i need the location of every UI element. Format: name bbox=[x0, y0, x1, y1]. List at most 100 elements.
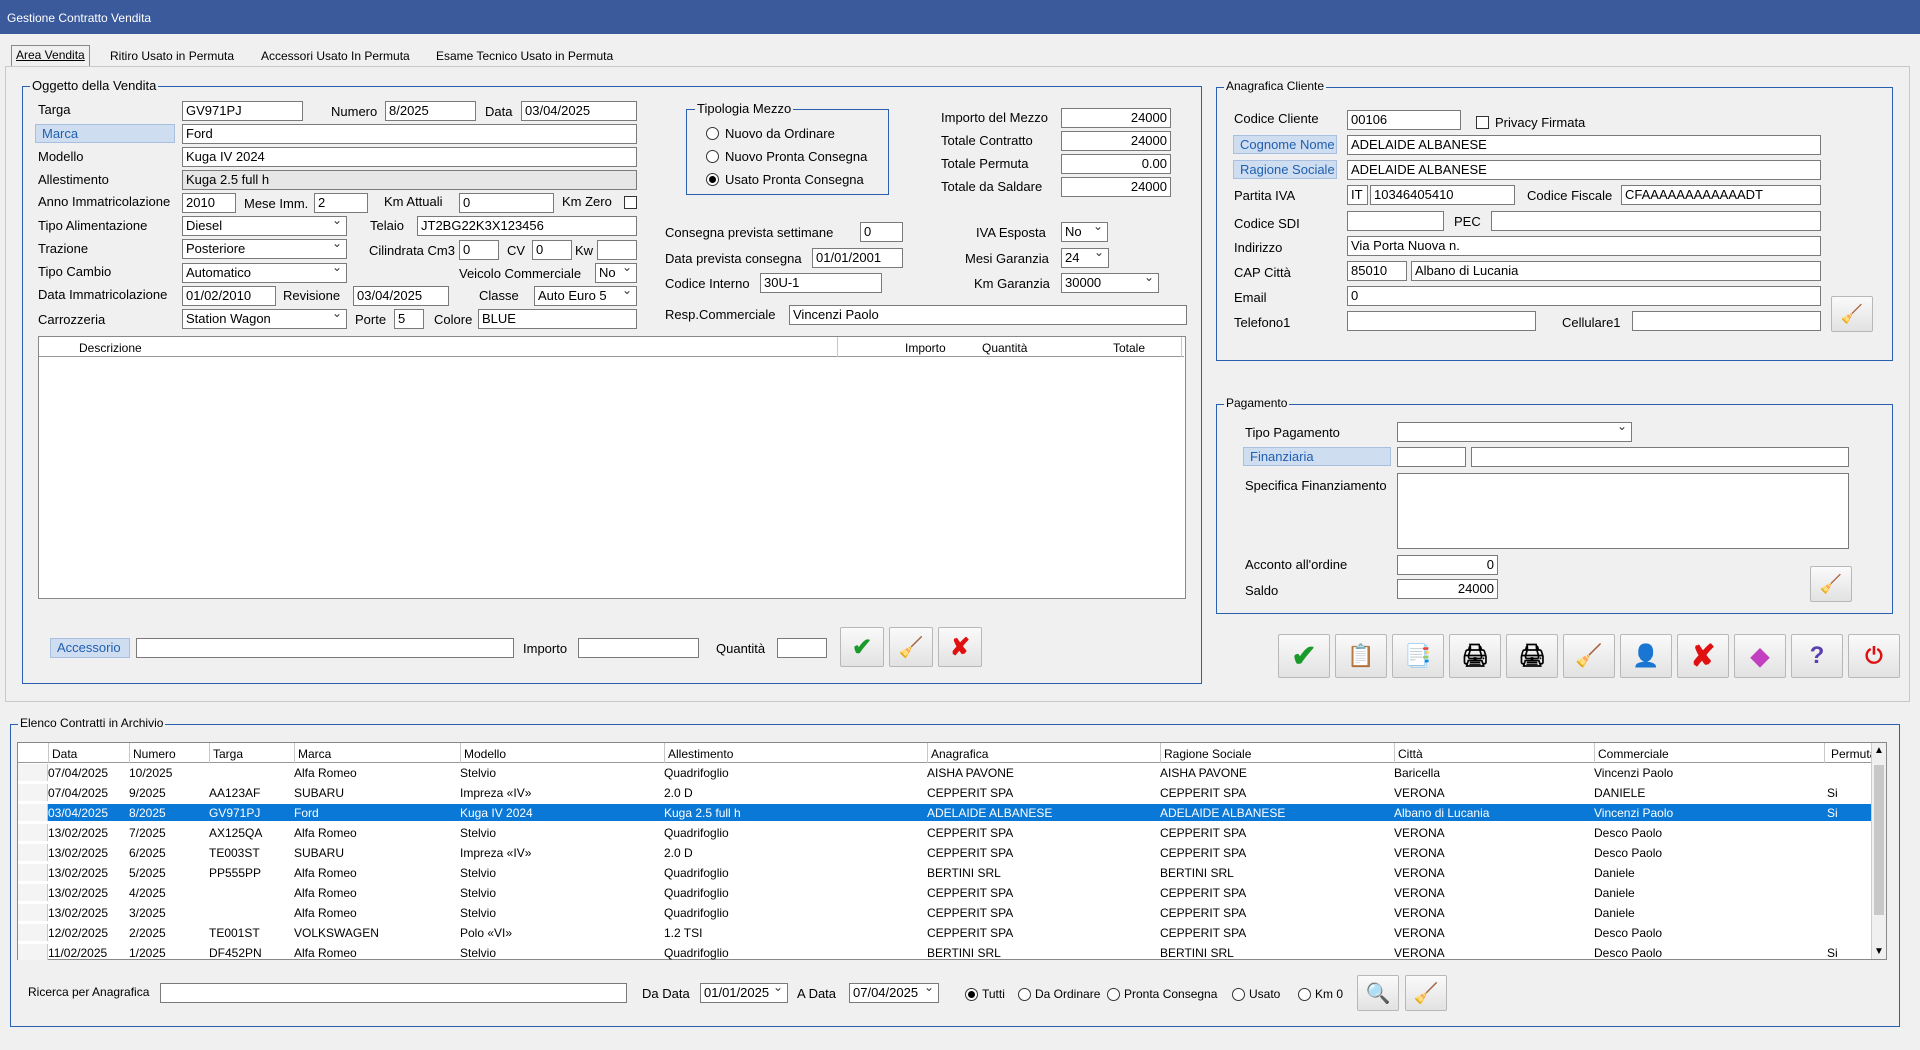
filter-radio-3[interactable] bbox=[1232, 988, 1245, 1001]
modello-field[interactable]: Kuga IV 2024 bbox=[182, 147, 637, 167]
cognome-lookup[interactable]: Cognome Nome bbox=[1233, 135, 1337, 154]
acc-clear-button[interactable]: 🧹 bbox=[889, 627, 933, 667]
acc-col-quantita[interactable]: Quantità bbox=[982, 341, 1027, 355]
finanziaria-lookup[interactable]: Finanziaria bbox=[1243, 447, 1391, 466]
person-button[interactable]: 👤 bbox=[1620, 634, 1672, 678]
col-header-10[interactable]: Permuta bbox=[1831, 747, 1876, 761]
tab-area-vendita[interactable]: Area Vendita bbox=[11, 45, 90, 67]
table-row[interactable]: 13/02/2025 3/2025 Alfa Romeo Stelvio Quadrif… bbox=[18, 904, 1876, 921]
sdi-field[interactable] bbox=[1347, 211, 1444, 231]
search-button[interactable]: 🔍 bbox=[1357, 975, 1399, 1011]
document-list-button[interactable]: 📋 bbox=[1335, 634, 1387, 678]
table-row[interactable]: 07/04/2025 9/2025 AA123AF SUBARU Impreza «IV… bbox=[18, 784, 1876, 801]
dataimm-field[interactable]: 01/02/2010 bbox=[182, 286, 276, 306]
accessorio-lookup[interactable]: Accessorio bbox=[50, 638, 130, 658]
row-indicator[interactable] bbox=[18, 904, 48, 921]
ragione-lookup[interactable]: Ragione Sociale bbox=[1233, 160, 1337, 179]
row-indicator[interactable] bbox=[18, 804, 48, 821]
scroll-up-icon[interactable]: ▲ bbox=[1874, 745, 1884, 756]
table-row[interactable]: 07/04/2025 10/2025 Alfa Romeo Stelvio Quadri… bbox=[18, 764, 1876, 781]
permuta-field[interactable]: 0.00 bbox=[1061, 154, 1171, 174]
row-indicator[interactable] bbox=[18, 824, 48, 841]
data-field[interactable]: 03/04/2025 bbox=[521, 101, 637, 121]
acconto-field[interactable]: 0 bbox=[1397, 555, 1498, 575]
piva-field[interactable]: 10346405410 bbox=[1370, 185, 1515, 205]
filter-radio-1[interactable] bbox=[1018, 988, 1031, 1001]
commerciale-select[interactable]: No bbox=[595, 263, 637, 283]
alimentazione-select[interactable]: Diesel bbox=[182, 216, 347, 236]
cilindrata-field[interactable]: 0 bbox=[459, 240, 499, 260]
table-row[interactable]: 13/02/2025 4/2025 Alfa Romeo Stelvio Quadrif… bbox=[18, 884, 1876, 901]
ricerca-field[interactable] bbox=[160, 983, 627, 1003]
acc-col-importo[interactable]: Importo bbox=[905, 341, 946, 355]
finanziaria-name-field[interactable] bbox=[1471, 447, 1849, 467]
table-row[interactable]: 03/04/2025 8/2025 GV971PJ Ford Kuga IV 2024 K… bbox=[18, 804, 1876, 821]
table-row[interactable]: 13/02/2025 7/2025 AX125QA Alfa Romeo Stelvio… bbox=[18, 824, 1876, 841]
col-header-8[interactable]: Città bbox=[1398, 747, 1423, 761]
col-header-4[interactable]: Modello bbox=[464, 747, 506, 761]
cap-field[interactable]: 85010 bbox=[1347, 261, 1407, 281]
tab-accessori-usato[interactable]: Accessori Usato In Permuta bbox=[257, 47, 414, 65]
targa-field[interactable]: GV971PJ bbox=[182, 101, 303, 121]
accessori-grid[interactable]: Descrizione Importo Quantità Totale bbox=[38, 336, 1186, 599]
km-field[interactable]: 0 bbox=[459, 193, 554, 213]
radio-nuovo-pronta[interactable] bbox=[706, 150, 719, 163]
cancel-button[interactable]: ✘ bbox=[1677, 634, 1729, 678]
cf-field[interactable]: CFAAAAAAAAAAAADT bbox=[1621, 185, 1821, 205]
kw-field[interactable] bbox=[597, 240, 637, 260]
indirizzo-field[interactable]: Via Porta Nuova n. bbox=[1347, 236, 1821, 256]
row-indicator[interactable] bbox=[18, 764, 48, 781]
porte-field[interactable]: 5 bbox=[394, 309, 424, 329]
kmgar-select[interactable]: 30000 bbox=[1061, 273, 1159, 293]
kmzero-checkbox[interactable] bbox=[624, 196, 637, 209]
colore-field[interactable]: BLUE bbox=[478, 309, 637, 329]
tab-esame-tecnico[interactable]: Esame Tecnico Usato in Permuta bbox=[432, 47, 617, 65]
col-header-1[interactable]: Numero bbox=[133, 747, 176, 761]
col-header-7[interactable]: Ragione Sociale bbox=[1164, 747, 1251, 761]
row-indicator[interactable] bbox=[18, 784, 48, 801]
document-copy-button[interactable]: 📑 bbox=[1392, 634, 1444, 678]
trazione-select[interactable]: Posteriore bbox=[182, 239, 347, 259]
col-header-3[interactable]: Marca bbox=[298, 747, 331, 761]
filter-radio-0[interactable] bbox=[965, 988, 978, 1001]
acc-quantita-field[interactable] bbox=[777, 638, 827, 658]
help-button[interactable]: ? bbox=[1791, 634, 1843, 678]
save-button[interactable]: ✔ bbox=[1278, 634, 1330, 678]
cognome-field[interactable]: ADELAIDE ALBANESE bbox=[1347, 135, 1821, 155]
acc-confirm-button[interactable]: ✔ bbox=[840, 627, 884, 667]
print-contract-2-button[interactable]: 🖨 bbox=[1506, 634, 1558, 678]
cv-field[interactable]: 0 bbox=[532, 240, 572, 260]
cell-field[interactable] bbox=[1632, 311, 1821, 331]
row-indicator[interactable] bbox=[18, 924, 48, 941]
data-consegna-field[interactable]: 01/01/2001 bbox=[812, 248, 903, 268]
tab-ritiro-usato[interactable]: Ritiro Usato in Permuta bbox=[106, 47, 238, 65]
col-header-0[interactable]: Data bbox=[52, 747, 77, 761]
col-header-6[interactable]: Anagrafica bbox=[931, 747, 988, 761]
carrozzeria-select[interactable]: Station Wagon bbox=[182, 309, 347, 329]
acc-delete-button[interactable]: ✘ bbox=[938, 627, 982, 667]
radio-usato-pronta[interactable] bbox=[706, 173, 719, 186]
cambio-select[interactable]: Automatico bbox=[182, 263, 347, 283]
table-row[interactable]: 13/02/2025 6/2025 TE003ST SUBARU Impreza «IV… bbox=[18, 844, 1876, 861]
acc-col-descrizione[interactable]: Descrizione bbox=[79, 341, 142, 355]
allestimento-field[interactable]: Kuga 2.5 full h bbox=[182, 170, 637, 190]
privacy-checkbox[interactable] bbox=[1476, 116, 1489, 129]
telaio-field[interactable]: JT2BG22K3X123456 bbox=[417, 216, 637, 236]
col-header-5[interactable]: Allestimento bbox=[668, 747, 733, 761]
adata-select[interactable]: 07/04/2025 bbox=[849, 983, 939, 1003]
filter-radio-4[interactable] bbox=[1298, 988, 1311, 1001]
settimane-field[interactable]: 0 bbox=[860, 222, 903, 242]
scroll-thumb[interactable] bbox=[1874, 765, 1884, 915]
print-contract-button[interactable]: 🖨 bbox=[1449, 634, 1501, 678]
exit-button[interactable]: ⏻ bbox=[1848, 634, 1900, 678]
col-header-9[interactable]: Commerciale bbox=[1598, 747, 1669, 761]
piva-prefix-field[interactable]: IT bbox=[1347, 185, 1368, 205]
mese-field[interactable]: 2 bbox=[314, 193, 368, 213]
row-indicator[interactable] bbox=[18, 864, 48, 881]
scroll-down-icon[interactable]: ▼ bbox=[1874, 946, 1884, 957]
importo-field[interactable]: 24000 bbox=[1061, 108, 1171, 128]
radio-nuovo-ordinare[interactable] bbox=[706, 127, 719, 140]
row-indicator[interactable] bbox=[18, 884, 48, 901]
saldare-field[interactable]: 24000 bbox=[1061, 177, 1171, 197]
acc-col-totale[interactable]: Totale bbox=[1113, 341, 1145, 355]
